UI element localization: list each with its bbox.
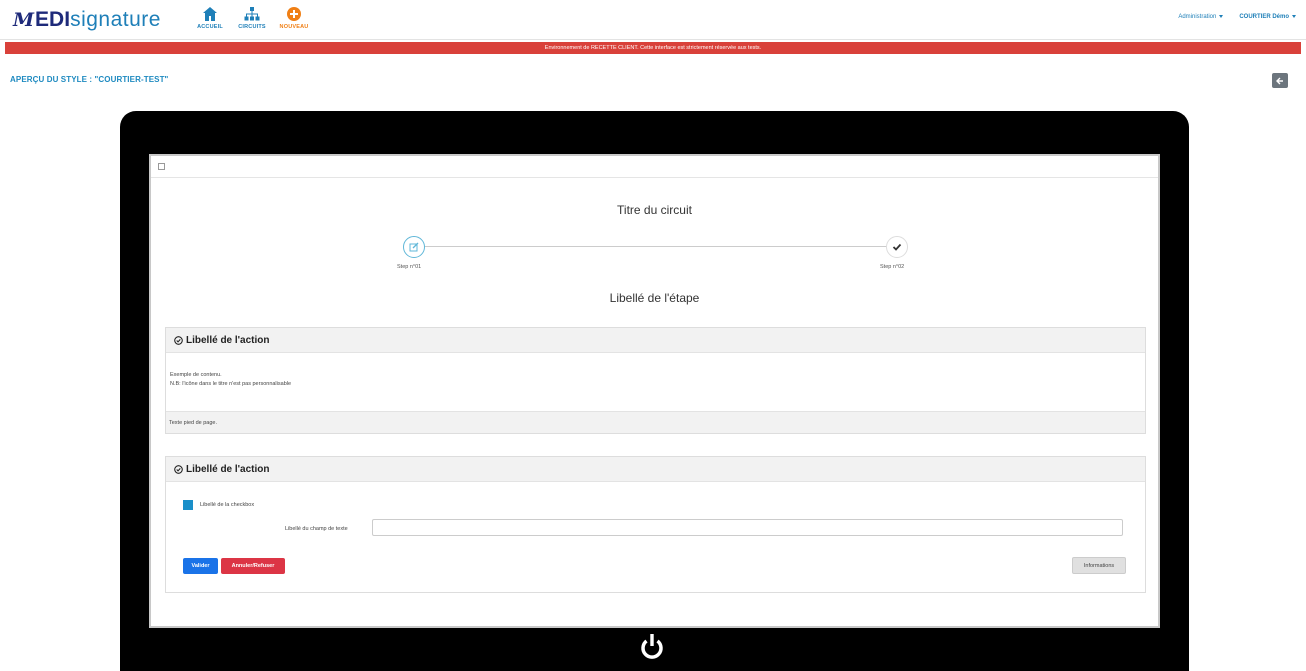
card-content-note: N.B: l'icône dans le titre n'est pas per… (170, 381, 292, 387)
card-header: Libellé de l'action (166, 457, 1145, 482)
admin-label: Administration (1178, 14, 1217, 20)
check-icon (892, 243, 902, 251)
step-title: Libellé de l'étape (609, 291, 700, 305)
nav-accueil-label: ACCUEIL (197, 24, 223, 30)
check-circle-icon (174, 335, 183, 345)
card-title: Libellé de l'action (186, 463, 270, 475)
brand-mark: M (13, 9, 34, 31)
checkbox-row: Libellé de la checkbox (183, 500, 254, 510)
preview-screen: Titre du circuit Step n°01 Step n°02 Lib… (149, 154, 1160, 628)
checkbox-label: Libellé de la checkbox (200, 502, 255, 508)
logo-image (158, 163, 165, 170)
action-card-form: Libellé de l'action Libellé de la checkb… (165, 456, 1146, 593)
card-content-line: Exemple de contenu. (170, 372, 222, 378)
checkbox[interactable] (183, 500, 193, 510)
action-card-info: Libellé de l'action Exemple de contenu. … (165, 327, 1146, 434)
text-input[interactable] (372, 519, 1123, 536)
admin-dropdown[interactable]: Administration (1178, 14, 1224, 20)
home-icon (203, 7, 217, 21)
brand-logo[interactable]: M EDI signature (13, 7, 161, 33)
chevron-down-icon (1292, 14, 1296, 18)
card-header: Libellé de l'action (166, 328, 1145, 353)
main-nav: ACCUEIL CIRCUITS NOUVEAU (195, 6, 309, 30)
edit-icon (409, 242, 419, 252)
step-2-label: Step n°02 (880, 264, 905, 270)
environment-banner: Environnement de RECETTE CLIENT. Cette i… (5, 42, 1301, 54)
step-1-indicator[interactable] (403, 236, 425, 258)
nav-circuits-label: CIRCUITS (238, 24, 266, 30)
step-1-label: Step n°01 (397, 264, 422, 270)
back-button[interactable] (1272, 73, 1288, 88)
power-icon (638, 633, 666, 664)
circuit-title: Titre du circuit (617, 203, 692, 217)
card-body: Exemple de contenu. N.B: l'icône dans le… (166, 353, 1145, 389)
nav-nouveau[interactable]: NOUVEAU (279, 6, 309, 30)
sitemap-icon (244, 7, 260, 21)
nav-nouveau-label: NOUVEAU (279, 24, 309, 30)
check-circle-icon (174, 464, 183, 474)
brand-signature: signature (70, 8, 161, 31)
top-navbar: M EDI signature ACCUEIL CIRCUITS NOUVEAU… (0, 0, 1306, 40)
validate-button[interactable]: Valider (183, 558, 218, 574)
user-label: COURTIER Démo (1239, 14, 1289, 20)
user-dropdown[interactable]: COURTIER Démo (1239, 14, 1296, 20)
textfield-label: Libellé du champ de texte (285, 526, 348, 532)
page-title: APERÇU DU STYLE : "COURTIER-TEST" (10, 75, 169, 84)
info-button[interactable]: Informations (1072, 557, 1126, 574)
card-footer: Texte pied de page. (166, 411, 1145, 433)
card-title: Libellé de l'action (186, 334, 270, 346)
user-menu: Administration COURTIER Démo (1178, 14, 1296, 20)
arrow-left-icon (1276, 77, 1283, 84)
preview-header (151, 156, 1158, 178)
step-2-indicator[interactable] (886, 236, 908, 258)
brand-edi: EDI (35, 8, 71, 31)
stepper-line (423, 246, 895, 247)
plus-circle-icon (287, 7, 301, 21)
cancel-button[interactable]: Annuler/Refuser (221, 558, 285, 574)
nav-accueil[interactable]: ACCUEIL (195, 6, 225, 30)
chevron-down-icon (1219, 14, 1224, 18)
nav-circuits[interactable]: CIRCUITS (237, 6, 267, 30)
